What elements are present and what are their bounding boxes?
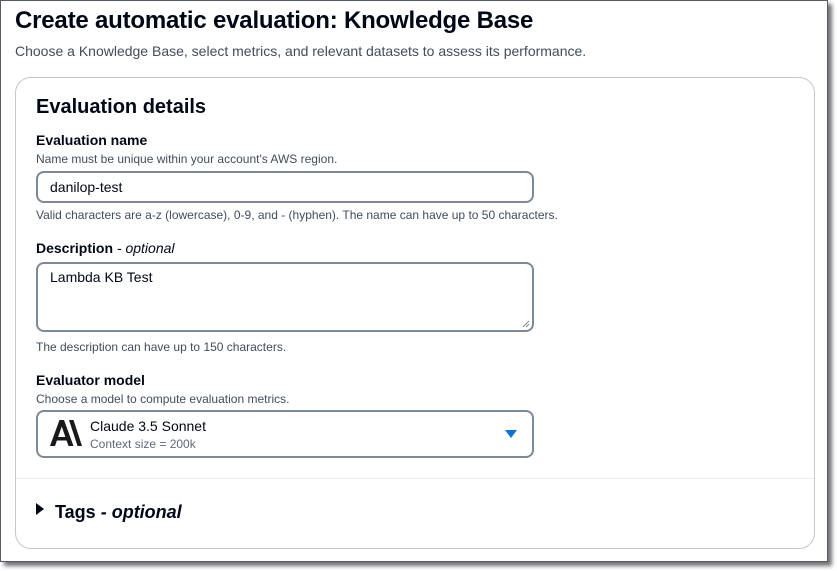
anthropic-logo-icon — [50, 420, 82, 446]
evaluation-name-constraint: Valid characters are a-z (lowercase), 0-… — [36, 208, 558, 222]
panel-title: Evaluation details — [36, 96, 207, 118]
description-label: Description - optional — [36, 240, 175, 256]
description-label-text: Description — [36, 240, 114, 256]
evaluator-model-description: Choose a model to compute evaluation met… — [36, 392, 290, 406]
evaluation-details-panel: Evaluation details Evaluation name Name … — [15, 77, 815, 549]
section-divider — [16, 478, 814, 479]
evaluation-name-label-text: Evaluation name — [36, 132, 148, 148]
page-subtitle: Choose a Knowledge Base, select metrics,… — [15, 43, 587, 59]
evaluation-name-description: Name must be unique within your account'… — [36, 152, 338, 166]
evaluator-model-label: Evaluator model — [36, 372, 145, 388]
caret-right-icon[interactable] — [36, 503, 44, 515]
tags-optional-label: - optional — [100, 501, 182, 522]
evaluator-model-label-text: Evaluator model — [36, 372, 145, 388]
evaluation-name-label: Evaluation name — [36, 132, 147, 148]
description-constraint: The description can have up to 150 chara… — [36, 340, 287, 354]
evaluator-model-select[interactable]: Claude 3.5 Sonnet Context size = 200k — [36, 410, 534, 458]
selected-model-name: Claude 3.5 Sonnet — [90, 418, 206, 434]
tags-expander[interactable]: Tags - optional — [36, 498, 182, 526]
window-frame: Create automatic evaluation: Knowledge B… — [0, 0, 828, 562]
selected-model-context: Context size = 200k — [90, 437, 196, 451]
caret-down-icon[interactable] — [505, 430, 517, 438]
description-textarea[interactable]: Lambda KB Test — [36, 262, 534, 332]
tags-label: Tags - optional — [55, 502, 182, 523]
resize-grip-icon[interactable] — [522, 320, 530, 328]
evaluation-name-input[interactable]: danilop-test — [36, 171, 534, 203]
description-textarea-value: Lambda KB Test — [50, 269, 153, 285]
page-title: Create automatic evaluation: Knowledge B… — [15, 7, 534, 34]
tags-label-text: Tags — [55, 501, 96, 522]
description-optional-label: - optional — [116, 240, 175, 256]
